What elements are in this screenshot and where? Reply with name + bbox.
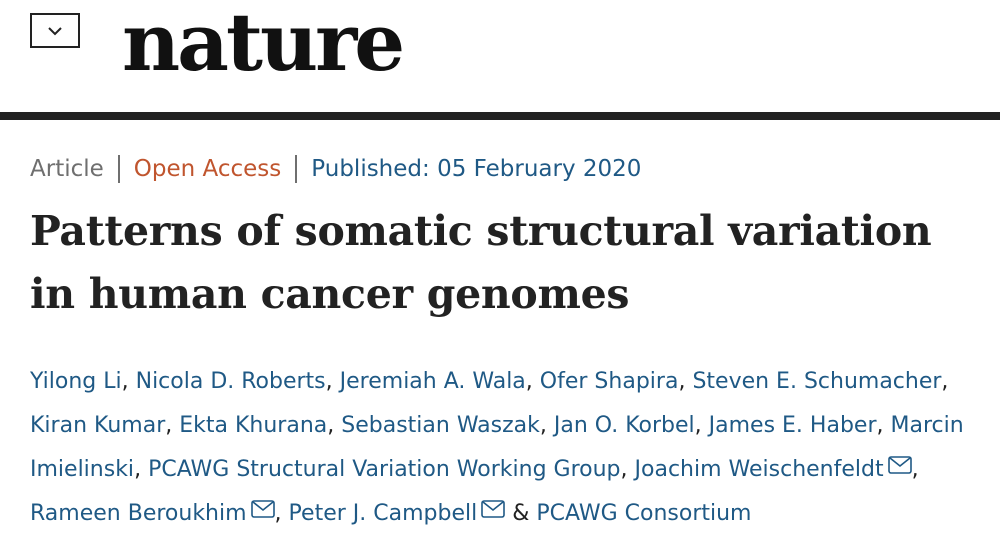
author-link[interactable]: James E. Haber	[709, 413, 877, 438]
author-separator: ,	[941, 369, 949, 394]
meta-separator	[295, 155, 298, 183]
author-link[interactable]: Jan O. Korbel	[554, 413, 695, 438]
header-divider	[0, 112, 1000, 120]
article-title: Patterns of somatic structural variation…	[30, 207, 932, 318]
author-separator: ,	[165, 413, 180, 438]
article-meta: Article Open Access Published: 05 Februa…	[30, 153, 641, 185]
author-separator: ,	[325, 369, 340, 394]
nature-logo[interactable]: nature	[122, 0, 405, 90]
author-link[interactable]: Steven E. Schumacher	[692, 369, 941, 394]
menu-toggle-button[interactable]	[30, 13, 80, 48]
author-link[interactable]: PCAWG Consortium	[536, 501, 751, 526]
author-link[interactable]: Jeremiah A. Wala	[340, 369, 526, 394]
author-separator: ,	[525, 369, 540, 394]
author-item: Jeremiah A. Wala,	[340, 369, 540, 394]
author-link[interactable]: Nicola D. Roberts	[136, 369, 326, 394]
email-icon[interactable]	[481, 500, 506, 518]
author-item: Ekta Khurana,	[179, 413, 341, 438]
chevron-down-icon	[48, 26, 62, 35]
author-link[interactable]: Peter J. Campbell	[289, 501, 478, 526]
author-item: Yilong Li,	[30, 369, 136, 394]
author-item: Jan O. Korbel,	[554, 413, 709, 438]
author-item: Ofer Shapira,	[540, 369, 693, 394]
author-list: Yilong Li, Nicola D. Roberts, Jeremiah A…	[30, 360, 985, 536]
email-icon[interactable]	[250, 500, 275, 518]
author-item: Sebastian Waszak,	[341, 413, 554, 438]
author-item: PCAWG Consortium	[536, 501, 751, 526]
author-link[interactable]: Ekta Khurana	[179, 413, 327, 438]
author-separator: ,	[620, 457, 635, 482]
author-item: Nicola D. Roberts,	[136, 369, 340, 394]
author-separator: ,	[876, 413, 891, 438]
author-link[interactable]: Joachim Weischenfeldt	[635, 457, 884, 482]
author-link[interactable]: Yilong Li	[30, 369, 122, 394]
article-type: Article	[30, 156, 104, 182]
author-separator: ,	[274, 501, 289, 526]
author-link[interactable]: PCAWG Structural Variation Working Group	[148, 457, 620, 482]
author-separator: ,	[121, 369, 136, 394]
open-access-badge: Open Access	[133, 156, 282, 182]
author-item: Peter J. Campbell &	[289, 500, 537, 526]
author-link[interactable]: Sebastian Waszak	[341, 413, 540, 438]
author-separator: ,	[678, 369, 693, 394]
author-link[interactable]: Ofer Shapira	[540, 369, 679, 394]
author-link[interactable]: Rameen Beroukhim	[30, 501, 247, 526]
meta-separator	[117, 155, 120, 183]
author-item: Rameen Beroukhim,	[30, 500, 289, 526]
author-item: Joachim Weischenfeldt,	[635, 456, 919, 482]
author-link[interactable]: Kiran Kumar	[30, 413, 165, 438]
email-icon[interactable]	[887, 456, 912, 474]
author-separator: ,	[911, 457, 919, 482]
site-header: nature	[0, 0, 1000, 112]
author-separator: &	[505, 501, 537, 526]
author-separator: ,	[134, 457, 149, 482]
author-item: Kiran Kumar,	[30, 413, 179, 438]
author-item: Steven E. Schumacher,	[692, 369, 948, 394]
author-item: James E. Haber,	[709, 413, 891, 438]
author-separator: ,	[539, 413, 554, 438]
published-date: Published: 05 February 2020	[311, 156, 642, 182]
author-separator: ,	[694, 413, 709, 438]
author-separator: ,	[327, 413, 342, 438]
author-item: PCAWG Structural Variation Working Group…	[148, 457, 634, 482]
